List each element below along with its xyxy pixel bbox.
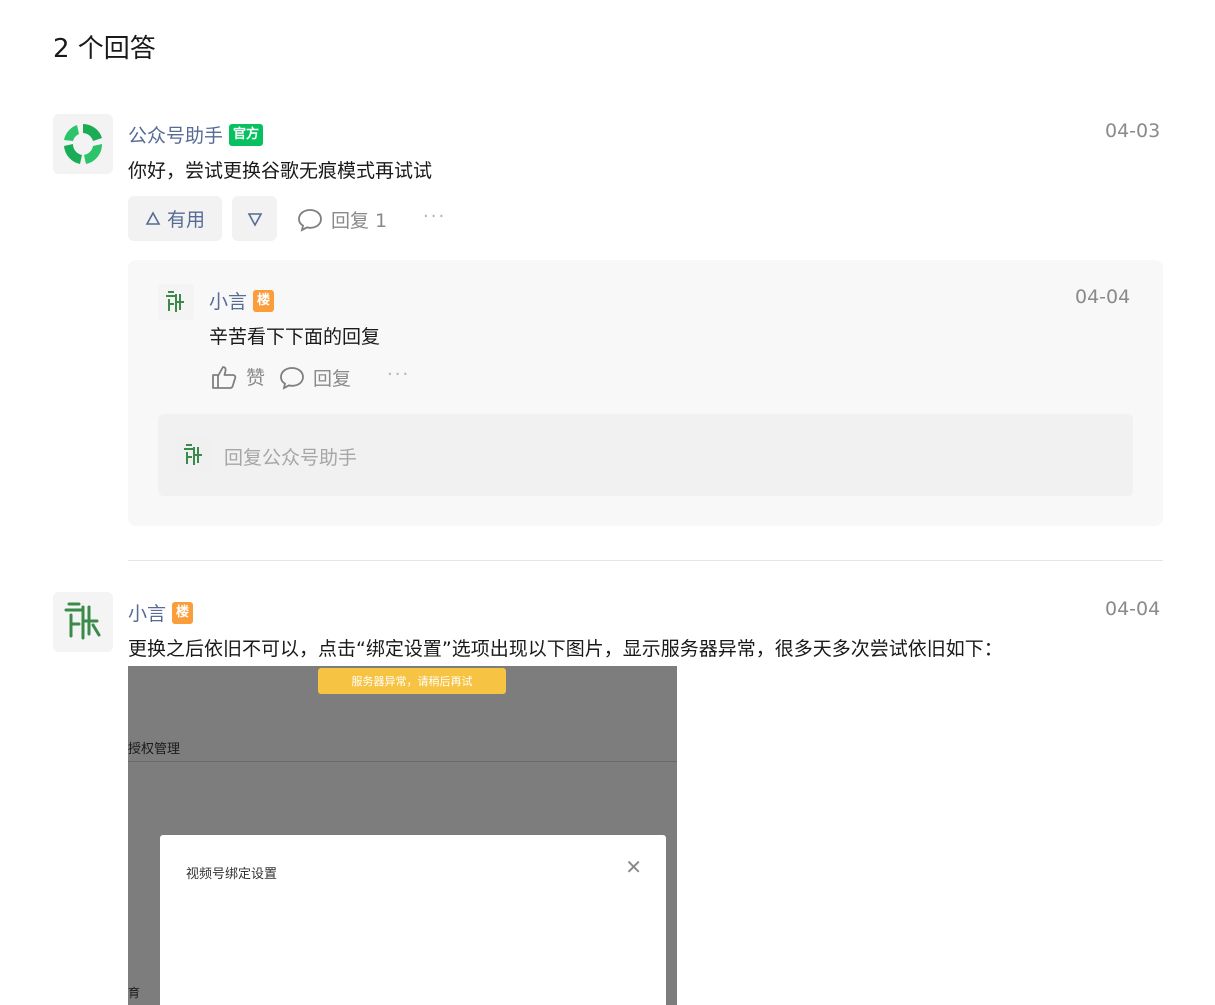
reply-count-label: 回复 1 <box>331 210 388 232</box>
bind-dialog: 视频号绑定设置 ✕ <box>160 835 666 1005</box>
triangle-up-icon <box>145 210 161 225</box>
reply-button[interactable]: 回复 <box>279 364 351 391</box>
answer-count: 2 个回答 <box>53 34 156 64</box>
author-name[interactable]: 公众号助手 <box>128 121 223 148</box>
answer2-author[interactable]: 小言 楼 <box>128 599 194 626</box>
like-button[interactable]: 赞 <box>210 363 265 390</box>
section-label: 授权管理 <box>128 742 181 757</box>
like-label: 赞 <box>246 367 266 389</box>
answer2-avatar[interactable] <box>53 592 113 652</box>
reply-label: 回复 <box>313 368 352 390</box>
answer2-date: 04-04 <box>1105 598 1161 620</box>
reply-input-placeholder: 回复公众号助手 <box>224 447 358 469</box>
reply-author-name[interactable]: 小言 <box>209 287 247 314</box>
more-options-icon[interactable]: ··· <box>387 364 410 385</box>
error-toast: 服务器异常，请稍后再试 <box>318 668 506 694</box>
official-logo-icon <box>53 114 113 174</box>
reply-text: 辛苦看下下面的回复 <box>209 326 381 348</box>
reply-count-button[interactable]: 回复 1 <box>297 206 387 233</box>
attached-screenshot[interactable]: 服务器异常，请稍后再试 授权管理 视频号绑定设置 ✕ 育 <box>128 666 677 1005</box>
reply-author[interactable]: 小言 楼 <box>209 287 275 314</box>
comment-icon <box>280 366 304 390</box>
answer2-author-name[interactable]: 小言 <box>128 599 166 626</box>
answer-author[interactable]: 公众号助手 官方 <box>128 121 264 148</box>
section-divider <box>128 761 677 762</box>
not-useful-button[interactable] <box>232 196 277 241</box>
useful-button[interactable]: 有用 <box>128 196 222 241</box>
floor-badge: 楼 <box>172 601 194 624</box>
thumbs-up-icon <box>212 365 237 389</box>
answer-text: 你好，尝试更换谷歌无痕模式再试试 <box>128 160 433 182</box>
calligraphy-avatar-icon <box>176 437 212 473</box>
official-badge: 官方 <box>229 123 264 146</box>
reply-avatar[interactable] <box>158 284 194 320</box>
self-avatar <box>176 437 212 473</box>
floor-badge: 楼 <box>253 289 275 312</box>
calligraphy-avatar-icon <box>53 592 113 652</box>
useful-label: 有用 <box>166 209 205 231</box>
triangle-down-icon <box>247 212 262 227</box>
dialog-title: 视频号绑定设置 <box>186 867 278 882</box>
calligraphy-avatar-icon <box>158 284 194 320</box>
answer2-text: 更换之后依旧不可以，点击“绑定设置”选项出现以下图片，显示服务器异常，很多天多次… <box>128 638 1003 660</box>
comment-icon <box>298 208 322 232</box>
official-avatar[interactable] <box>53 114 113 174</box>
answer-date: 04-03 <box>1105 120 1161 142</box>
close-icon: ✕ <box>625 855 642 879</box>
more-options-icon[interactable]: ··· <box>423 206 446 227</box>
reply-date: 04-04 <box>1075 286 1131 308</box>
cut-off-text: 育 <box>128 986 141 1000</box>
answer-divider <box>128 560 1163 561</box>
